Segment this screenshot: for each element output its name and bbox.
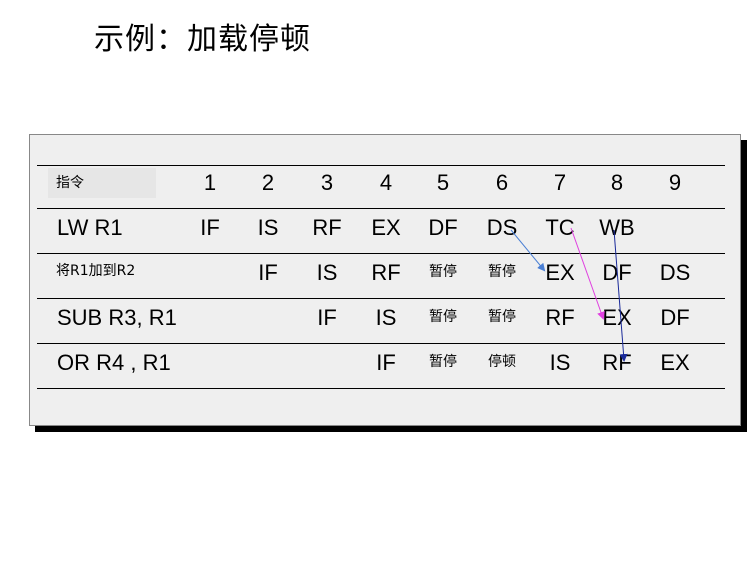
stage-or-c8: RF [602, 350, 632, 375]
stage-sub-c7: RF [545, 305, 575, 330]
row-label-add: 将R1加到R2 [56, 263, 136, 279]
stage-lw-c1: IF [200, 215, 220, 240]
stage-add-c9: DS [659, 260, 691, 285]
stage-or-c9: EX [660, 350, 690, 375]
cycle-header-2: 2 [261, 170, 275, 195]
rule-2 [37, 253, 725, 254]
stage-lw-c5: DF [428, 215, 458, 240]
stage-sub-c6: 暂停 [488, 309, 516, 325]
row-label-sub: SUB R3, R1 [57, 305, 177, 330]
stage-lw-c2: IS [257, 215, 279, 240]
stage-or-c7: IS [549, 350, 571, 375]
row-label-lw: LW R1 [57, 215, 123, 240]
cycle-header-8: 8 [610, 170, 624, 195]
stage-sub-c5: 暂停 [429, 309, 457, 325]
stage-lw-c6: DS [486, 215, 518, 240]
stage-sub-c8: EX [602, 305, 632, 330]
rule-bottom [37, 388, 725, 389]
stage-sub-c3: IF [317, 305, 337, 330]
stage-or-c5: 暂停 [429, 354, 457, 370]
stage-lw-c8: WB [599, 215, 635, 240]
rule-4 [37, 343, 725, 344]
stage-add-c3: IS [316, 260, 338, 285]
stage-add-c6: 暂停 [488, 264, 516, 280]
row-label-or: OR R4 , R1 [57, 350, 171, 375]
stage-add-c7: EX [545, 260, 575, 285]
stage-lw-c7: TC [545, 215, 575, 240]
stage-add-c8: DF [602, 260, 632, 285]
header-label: 指令 [56, 175, 84, 191]
cycle-header-5: 5 [436, 170, 450, 195]
rule-3 [37, 298, 725, 299]
stage-or-c6: 停顿 [488, 354, 516, 370]
cycle-header-7: 7 [553, 170, 567, 195]
stage-add-c2: IF [258, 260, 278, 285]
rule-1 [37, 208, 725, 209]
stage-add-c5: 暂停 [429, 264, 457, 280]
cycle-header-1: 1 [203, 170, 217, 195]
cycle-header-3: 3 [320, 170, 334, 195]
cycle-header-9: 9 [668, 170, 682, 195]
stage-or-c4: IF [376, 350, 396, 375]
rule-top [37, 165, 725, 166]
page-title: 示例：加载停顿 [94, 22, 311, 57]
stage-lw-c4: EX [371, 215, 401, 240]
stage-add-c4: RF [371, 260, 401, 285]
cycle-header-6: 6 [495, 170, 509, 195]
stage-lw-c3: RF [312, 215, 342, 240]
cycle-header-4: 4 [379, 170, 393, 195]
stage-sub-c4: IS [375, 305, 397, 330]
stage-sub-c9: DF [660, 305, 690, 330]
